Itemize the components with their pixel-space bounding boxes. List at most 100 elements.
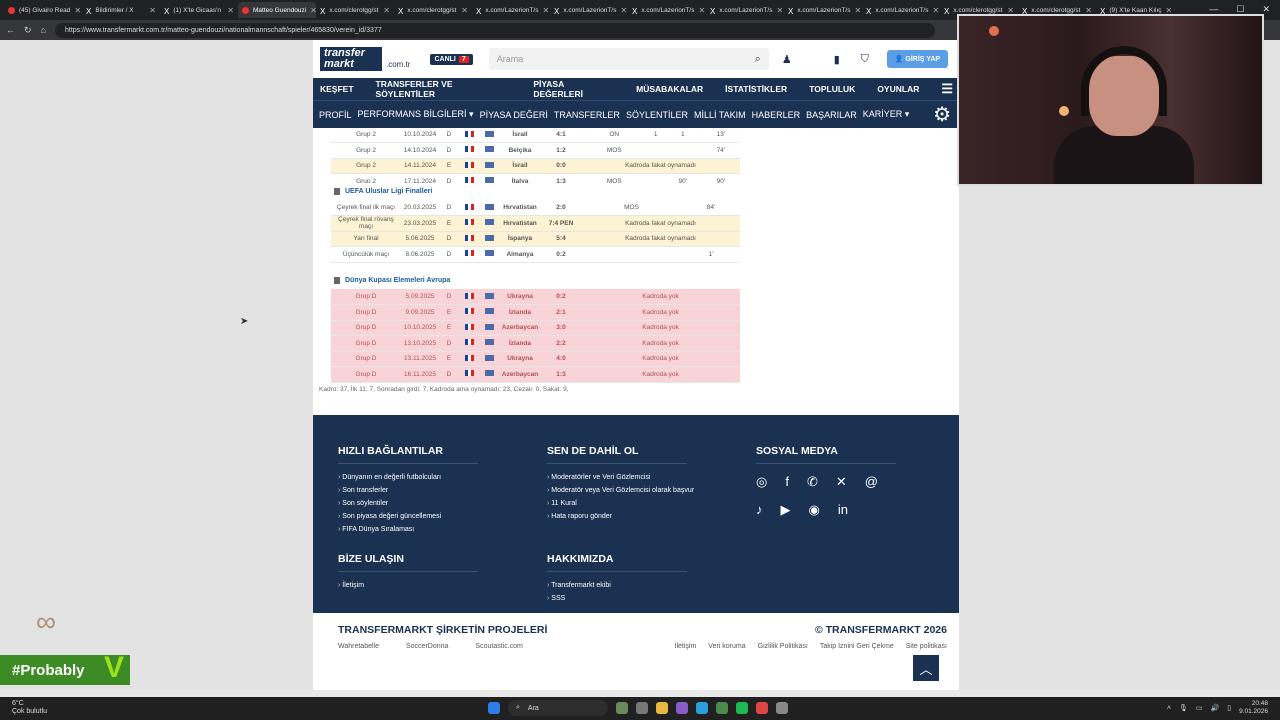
close-tab-icon[interactable]: ✕	[542, 6, 549, 15]
app-icon[interactable]	[756, 702, 768, 714]
player-nav-item[interactable]: PERFORMANS BİLGİLERİ ▾	[358, 109, 474, 120]
opponent-link[interactable]: İzlanda	[499, 304, 541, 321]
footer-link[interactable]: Son söylentiler	[338, 500, 478, 507]
footer-link[interactable]: Scoutastic.com	[475, 643, 522, 650]
opponent-link[interactable]: Ukrayna	[499, 289, 541, 305]
footer-link[interactable]: SoccerDonna	[406, 643, 448, 650]
browser-tab[interactable]: X (1) X'te Gicaas'n ✕	[160, 2, 238, 18]
browser-tab[interactable]: Xx.com/LazerionT/s ✕	[550, 2, 628, 18]
browser-tab[interactable]: Xx.com/LazerionT/s ✕	[472, 2, 550, 18]
search-input[interactable]: Arama ⌕	[488, 48, 769, 70]
battery-icon[interactable]: ▯	[1227, 704, 1231, 712]
opponent-link[interactable]: Hırvatistan	[499, 215, 541, 232]
footer-link[interactable]: Moderatör veya Veri Gözlemcisi olarak ba…	[547, 487, 694, 494]
spotify-icon[interactable]	[736, 702, 748, 714]
footer-link[interactable]: Dünyanın en değerli futbolcuları	[338, 474, 478, 481]
url-field[interactable]: https://www.transfermarkt.com.tr/matteo-…	[54, 22, 935, 38]
browser-tab[interactable]: Xx.com/clerotgg/st ✕	[394, 2, 472, 18]
main-nav-item[interactable]: MÜSABAKALAR	[636, 84, 703, 94]
opponent-link[interactable]: İzlanda	[499, 335, 541, 352]
footer-link[interactable]: İletişim	[338, 582, 478, 589]
footer-link[interactable]: Son piyasa değeri güncellemesi	[338, 513, 478, 520]
player-nav-item[interactable]: MİLLİ TAKIM	[694, 110, 746, 120]
widget-icon[interactable]	[616, 702, 628, 714]
network-icon[interactable]: ▭	[1196, 704, 1203, 712]
result-link[interactable]: 7:4 PEN	[541, 215, 581, 232]
result-link[interactable]: 2:2	[541, 335, 581, 352]
x-icon[interactable]: ✕	[836, 474, 847, 490]
home-icon[interactable]: ⌂	[41, 25, 46, 35]
footer-link[interactable]: Gizlilik Politikası	[758, 643, 808, 650]
footer-link[interactable]: Hata raporu gönder	[547, 513, 694, 520]
result-link[interactable]: 2:0	[541, 200, 581, 216]
opponent-link[interactable]: İsrail	[499, 127, 541, 143]
menu-icon[interactable]: ☰	[941, 81, 953, 97]
close-tab-icon[interactable]: ✕	[776, 6, 783, 15]
footer-link[interactable]: Moderatörler ve Veri Gözlemcisi	[547, 474, 694, 481]
result-link[interactable]: 0:2	[541, 289, 581, 305]
rss-icon[interactable]: ◉	[809, 502, 820, 518]
result-link[interactable]: 5:4	[541, 231, 581, 247]
result-link[interactable]: 3:0	[541, 320, 581, 336]
footer-link[interactable]: FIFA Dünya Sıralaması	[338, 526, 478, 533]
footer-link[interactable]: Takip İznini Geri Çekme	[820, 643, 894, 650]
windows-start-icon[interactable]	[488, 702, 500, 714]
login-button[interactable]: 👤 GİRİŞ YAP	[886, 50, 949, 68]
result-link[interactable]: 4:1	[541, 127, 581, 143]
main-nav-item[interactable]: İSTATİSTİKLER	[725, 84, 787, 94]
footer-link[interactable]: Son transferler	[338, 487, 478, 494]
whatsapp-icon[interactable]: ✆	[807, 474, 818, 490]
browser-tab[interactable]: (45) Givairo Read ✕	[4, 2, 82, 18]
close-tab-icon[interactable]: ✕	[620, 6, 627, 15]
close-tab-icon[interactable]: ✕	[227, 6, 234, 15]
taskbar-search[interactable]: ⌕ Ara	[508, 700, 608, 716]
opponent-link[interactable]: Almanya	[499, 246, 541, 263]
mic-icon[interactable]: 🎙	[1179, 704, 1188, 712]
player-nav-item[interactable]: PİYASA DEĞERİ	[480, 110, 548, 120]
linkedin-icon[interactable]: in	[838, 502, 848, 518]
search-icon[interactable]: ⌕	[755, 53, 761, 66]
app-icon[interactable]	[676, 702, 688, 714]
footer-link[interactable]: Wahretabelle	[338, 643, 379, 650]
clock[interactable]: 20:48 9.01.2026	[1239, 700, 1268, 716]
chrome-icon[interactable]	[716, 702, 728, 714]
bookmark-icon[interactable]: ▮	[827, 53, 847, 66]
opponent-link[interactable]: İsrail	[499, 158, 541, 174]
chevron-up-icon[interactable]: ˄	[1167, 705, 1171, 712]
footer-link[interactable]: İletişim	[675, 643, 697, 650]
shield-icon[interactable]: ⛉	[855, 53, 875, 66]
close-tab-icon[interactable]: ✕	[149, 6, 156, 15]
close-tab-icon[interactable]: ✕	[698, 6, 705, 15]
section-title[interactable]: UEFA Uluslar Ligi Finalleri	[345, 188, 432, 195]
close-tab-icon[interactable]: ✕	[461, 6, 468, 15]
player-nav-item[interactable]: BAŞARILAR	[806, 110, 857, 120]
main-nav-item[interactable]: OYUNLAR	[877, 84, 919, 94]
footer-link[interactable]: 11 Kural	[547, 500, 694, 507]
section-title[interactable]: Dünya Kupası Elemeleri Avrupa	[345, 277, 450, 284]
main-nav-item[interactable]: TOPLULUK	[809, 84, 855, 94]
player-nav-item[interactable]: HABERLER	[752, 110, 801, 120]
browser-tab[interactable]: Xx.com/LazerionT/s ✕	[706, 2, 784, 18]
task-view-icon[interactable]	[636, 702, 648, 714]
close-tab-icon[interactable]: ✕	[383, 6, 390, 15]
opponent-link[interactable]: İspanya	[499, 231, 541, 247]
close-tab-icon[interactable]: ✕	[932, 6, 939, 15]
reload-icon[interactable]: ↻	[24, 25, 32, 36]
main-nav-item[interactable]: KEŞFET	[320, 84, 354, 94]
threads-icon[interactable]: @	[865, 474, 878, 490]
result-link[interactable]: 4:0	[541, 351, 581, 367]
weather-widget[interactable]: 6°C Çok bulutlu	[12, 700, 47, 716]
footer-link[interactable]: Transfermarkt ekibi	[547, 582, 687, 589]
footer-link[interactable]: Site politikası	[906, 643, 947, 650]
player-nav-item[interactable]: KARİYER ▾	[863, 109, 910, 120]
user-search-icon[interactable]: ♟	[777, 53, 797, 66]
file-explorer-icon[interactable]	[656, 702, 668, 714]
result-link[interactable]: 2:1	[541, 304, 581, 321]
browser-tab[interactable]: X Bildirimler / X ✕	[82, 2, 160, 18]
player-nav-item[interactable]: TRANSFERLER	[554, 110, 620, 120]
browser-tab[interactable]: Xx.com/LazerionT/s ✕	[628, 2, 706, 18]
main-nav-item[interactable]: TRANSFERLER VE SÖYLENTİLER	[376, 79, 512, 99]
opponent-link[interactable]: Ukrayna	[499, 351, 541, 367]
result-link[interactable]: 1:3	[541, 366, 581, 383]
volume-icon[interactable]: 🔊	[1211, 704, 1220, 712]
